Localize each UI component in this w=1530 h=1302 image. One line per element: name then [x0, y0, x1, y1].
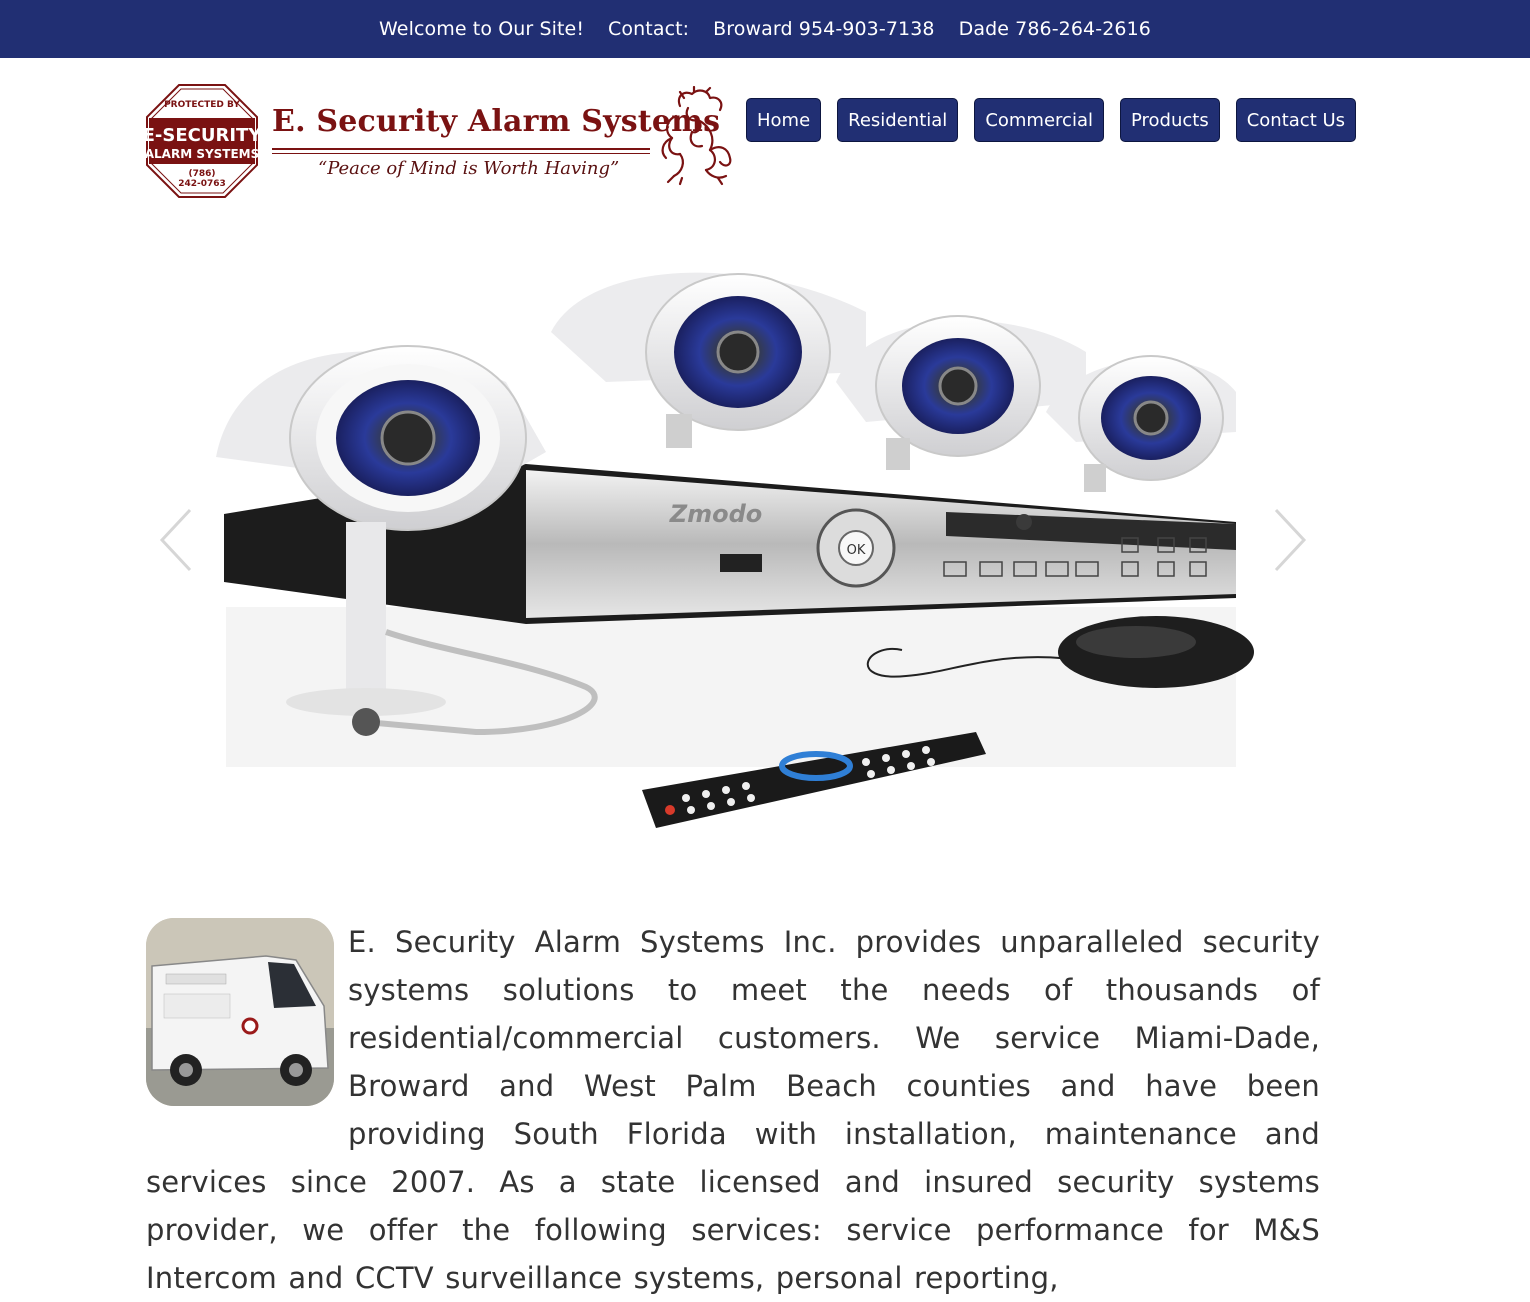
van-icon: [146, 918, 334, 1106]
welcome-text: Welcome to Our Site!: [379, 18, 585, 40]
dade-phone[interactable]: Dade 786-264-2616: [959, 18, 1151, 40]
nav-residential-button[interactable]: Residential: [837, 98, 959, 142]
service-van-image: [146, 918, 334, 1106]
nav-commercial-button[interactable]: Commercial: [974, 98, 1104, 142]
site-logo[interactable]: PROTECTED BY E-SECURITY ALARM SYSTEMS (7…: [146, 84, 734, 202]
top-contact-bar: Welcome to Our Site! Contact: Broward 95…: [0, 0, 1530, 58]
sign-phone-area: (786): [188, 169, 215, 179]
intro-section: E. Security Alarm Systems Inc. provides …: [146, 918, 1320, 1302]
broward-phone[interactable]: Broward 954-903-7138: [713, 18, 934, 40]
dvr-ok-label: OK: [847, 543, 866, 558]
nav-products-button[interactable]: Products: [1119, 98, 1220, 142]
logo-title: E. Security Alarm Systems: [272, 104, 721, 139]
sign-brand-text: E-SECURITY: [146, 125, 258, 146]
hero-slider: OK Zmodo: [146, 232, 1320, 852]
nav-home-button[interactable]: Home: [746, 98, 822, 142]
dvr-brand-text: Zmodo: [669, 500, 763, 528]
nav-contact-us-button[interactable]: Contact Us: [1235, 98, 1357, 142]
logo-rule: [272, 148, 650, 150]
slider-next-arrow-icon[interactable]: [1272, 508, 1308, 572]
cctv-dvr-kit-image: OK Zmodo: [216, 272, 1254, 828]
sign-top-text: PROTECTED BY: [164, 100, 240, 110]
lion-crest-icon: [661, 86, 732, 186]
slider-prev-arrow-icon[interactable]: [158, 508, 194, 572]
stop-sign-logo-icon: PROTECTED BY E-SECURITY ALARM SYSTEMS (7…: [146, 84, 258, 198]
logo-tagline: “Peace of Mind is Worth Having”: [318, 158, 620, 179]
logo-rule-thin: [272, 153, 650, 154]
sign-sub-text: ALARM SYSTEMS: [146, 147, 258, 161]
sign-phone: 242-0763: [178, 179, 226, 189]
contact-label: Contact:: [608, 18, 690, 40]
main-nav: Home Residential Commercial Products Con…: [746, 98, 1372, 142]
